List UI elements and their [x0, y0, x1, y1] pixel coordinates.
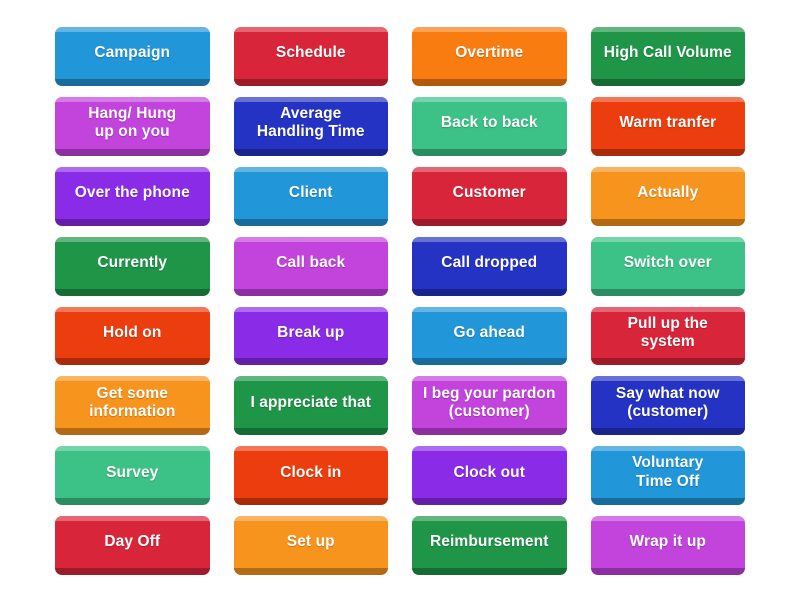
tile-label: I appreciate that	[250, 393, 372, 411]
tile-label: Switch over	[623, 253, 712, 271]
tile[interactable]: Day Off	[55, 516, 210, 575]
tile-label: Warm tranfer	[619, 114, 717, 132]
tile-label: Go ahead	[453, 323, 525, 341]
tile-label: Voluntary Time Off	[632, 454, 704, 490]
tile[interactable]: Clock out	[412, 446, 567, 506]
tile[interactable]: Hang/ Hung up on you	[55, 96, 210, 156]
tile[interactable]: Voluntary Time Off	[590, 446, 745, 506]
tile-label: Currently	[97, 253, 168, 271]
tile-label: Clock in	[280, 463, 342, 481]
tile[interactable]: Average Handling Time	[233, 96, 388, 156]
tile[interactable]: Set up	[233, 516, 388, 575]
tile-label: Get some information	[89, 384, 176, 420]
tile-label: Call back	[276, 253, 346, 271]
tile[interactable]: Clock in	[233, 446, 388, 506]
tile-label: Campaign	[94, 44, 171, 62]
tile[interactable]: Pull up the system	[590, 306, 745, 366]
tile-label: Pull up the system	[627, 314, 708, 350]
tile[interactable]: Back to back	[412, 96, 567, 156]
tile-label: Day Off	[104, 533, 161, 551]
tile-label: Call dropped	[441, 253, 538, 271]
tile[interactable]: I appreciate that	[233, 376, 388, 436]
tile[interactable]: Over the phone	[55, 166, 210, 226]
tile-label: I beg your pardon (customer)	[422, 384, 556, 420]
tile[interactable]: Reimbursement	[412, 516, 567, 575]
tile[interactable]: Say what now (customer)	[590, 376, 745, 436]
tile-label: Back to back	[440, 114, 538, 132]
tile[interactable]: Call back	[233, 236, 388, 296]
tile[interactable]: I beg your pardon (customer)	[412, 376, 567, 436]
tile[interactable]: Client	[233, 166, 388, 226]
tile-label: Average Handling Time	[256, 105, 365, 141]
tile-label: Hold on	[103, 323, 162, 341]
tile[interactable]: Currently	[55, 236, 210, 296]
tile[interactable]: Call dropped	[412, 236, 567, 296]
tile-label: Customer	[452, 184, 526, 202]
tile-label: Clock out	[453, 463, 525, 481]
tile[interactable]: Schedule	[233, 27, 388, 86]
tile-label: Hang/ Hung up on you	[88, 105, 177, 141]
tile-grid: Campaign Schedule Overtime High Call Volume…	[55, 27, 745, 575]
tile-label: Break up	[277, 323, 345, 341]
tile[interactable]: Go ahead	[412, 306, 567, 366]
tile-label: Actually	[637, 184, 699, 202]
tile-label: Client	[288, 184, 333, 202]
tile[interactable]: Campaign	[55, 27, 210, 86]
tile-label: Over the phone	[74, 184, 190, 202]
tile-label: Overtime	[455, 44, 524, 62]
tile-board: Campaign Schedule Overtime High Call Volume…	[0, 0, 800, 600]
tile-label: Set up	[286, 533, 335, 551]
tile[interactable]: Hold on	[55, 306, 210, 366]
tile-label: Say what now (customer)	[615, 384, 720, 420]
tile[interactable]: Actually	[590, 166, 745, 226]
tile-label: Survey	[106, 463, 159, 481]
tile[interactable]: Wrap it up	[590, 516, 745, 575]
tile[interactable]: Customer	[412, 166, 567, 226]
tile[interactable]: Get some information	[55, 376, 210, 436]
tile-label: Schedule	[275, 44, 346, 62]
tile-label: Reimbursement	[430, 533, 549, 551]
tile[interactable]: High Call Volume	[590, 27, 745, 86]
tile[interactable]: Break up	[233, 306, 388, 366]
tile[interactable]: Survey	[55, 446, 210, 506]
tile[interactable]: Overtime	[412, 27, 567, 86]
tile[interactable]: Switch over	[590, 236, 745, 296]
tile-label: Wrap it up	[629, 533, 706, 551]
tile-label: High Call Volume	[603, 44, 732, 62]
tile[interactable]: Warm tranfer	[590, 96, 745, 156]
